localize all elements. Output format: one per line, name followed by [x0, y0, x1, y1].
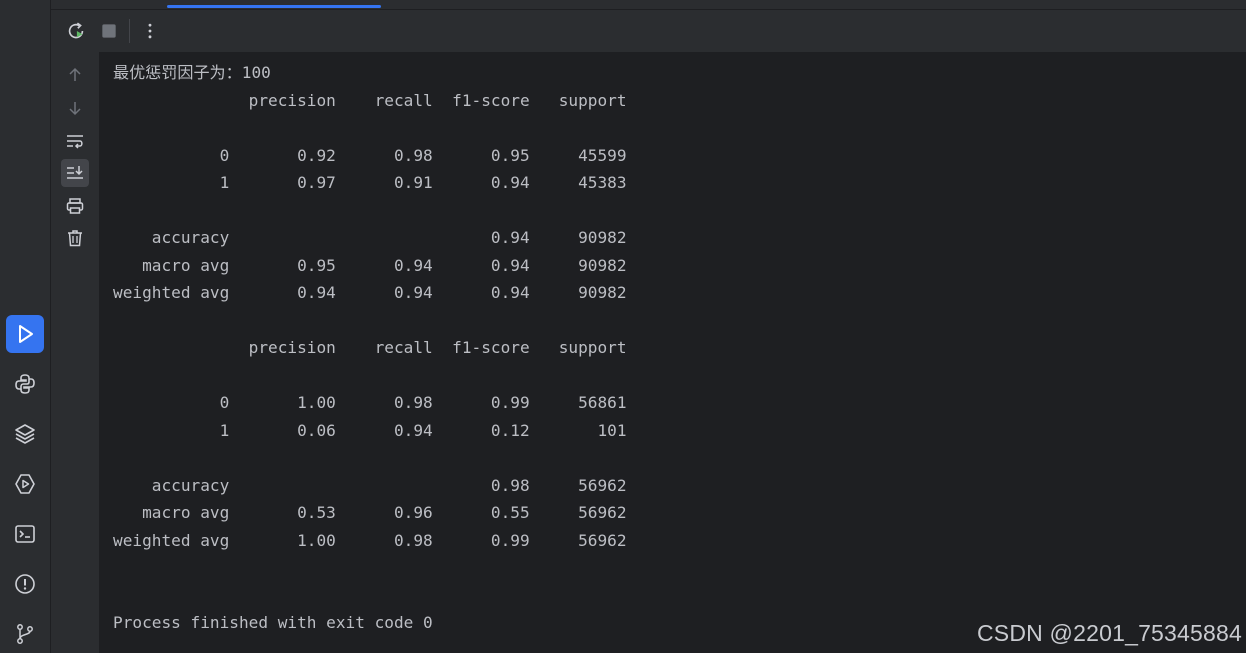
- console-text: 最优惩罚因子为：100 precision recall f1-score su…: [113, 59, 627, 637]
- clear-all-button[interactable]: [61, 224, 89, 252]
- run-toolbar: [51, 10, 1246, 52]
- python-console-tool-button[interactable]: [6, 365, 44, 403]
- next-occurrence-button[interactable]: [61, 94, 89, 122]
- console-line: Process finished with exit code 0: [113, 613, 433, 632]
- stop-icon: [102, 24, 116, 38]
- terminal-tool-button[interactable]: [6, 515, 44, 553]
- scroll-to-end-button[interactable]: [61, 159, 89, 187]
- git-tool-button[interactable]: [6, 615, 44, 653]
- console-line: 0 0.92 0.98 0.95 45599: [113, 145, 627, 165]
- scroll-to-end-icon: [67, 166, 83, 179]
- active-tab-indicator[interactable]: [167, 5, 381, 8]
- print-button[interactable]: [61, 192, 89, 220]
- console-line: 0 1.00 0.98 0.99 56861: [113, 393, 627, 412]
- print-icon: [66, 198, 84, 214]
- terminal-icon: [15, 525, 35, 543]
- console-line: 1 0.97 0.91 0.94 45383: [113, 173, 627, 192]
- run-tab-strip: [51, 0, 1246, 10]
- previous-occurrence-button[interactable]: [61, 61, 89, 89]
- soft-wrap-icon: [67, 135, 83, 149]
- python-console-icon: [15, 374, 35, 394]
- tool-window-stripe: [0, 0, 51, 653]
- services-tool-button[interactable]: [6, 465, 44, 503]
- run-icon: [19, 325, 33, 343]
- services-icon: [15, 474, 35, 494]
- rerun-button[interactable]: [64, 19, 88, 43]
- console-output[interactable]: 最优惩罚因子为：100 precision recall f1-score su…: [100, 53, 1246, 653]
- soft-wrap-button[interactable]: [61, 127, 89, 155]
- console-line: precision recall f1-score support: [113, 338, 627, 357]
- console-line: macro avg 0.95 0.94 0.94 90982: [113, 255, 627, 275]
- more-vertical-icon: [148, 23, 152, 39]
- toolbar-separator: [129, 19, 130, 43]
- stop-button[interactable]: [97, 19, 121, 43]
- rerun-icon: [68, 22, 84, 39]
- trash-icon: [68, 230, 82, 247]
- console-line: weighted avg 1.00 0.98 0.99 56962: [113, 530, 627, 550]
- run-tool-button[interactable]: [6, 315, 44, 353]
- console-actions-column: [51, 52, 99, 653]
- console-line: weighted avg 0.94 0.94 0.94 90982: [113, 283, 627, 302]
- console-line: precision recall f1-score support: [113, 90, 627, 110]
- console-line: accuracy 0.98 56962: [113, 475, 627, 495]
- problems-icon: [15, 574, 35, 594]
- watermark: CSDN @2201_75345884: [977, 620, 1242, 646]
- console-line: 1 0.06 0.94 0.12 101: [113, 420, 627, 440]
- more-options-button[interactable]: [138, 19, 162, 43]
- layers-icon: [15, 424, 35, 444]
- console-line: 最优惩罚因子为：100: [113, 63, 271, 82]
- problems-tool-button[interactable]: [6, 565, 44, 603]
- ide-window: 最优惩罚因子为：100 precision recall f1-score su…: [0, 0, 1246, 653]
- arrow-down-icon: [69, 102, 81, 116]
- layers-tool-button[interactable]: [6, 415, 44, 453]
- arrow-up-icon: [69, 67, 81, 81]
- console-line: accuracy 0.94 90982: [113, 228, 627, 247]
- git-icon: [17, 624, 33, 644]
- console-line: macro avg 0.53 0.96 0.55 56962: [113, 503, 627, 522]
